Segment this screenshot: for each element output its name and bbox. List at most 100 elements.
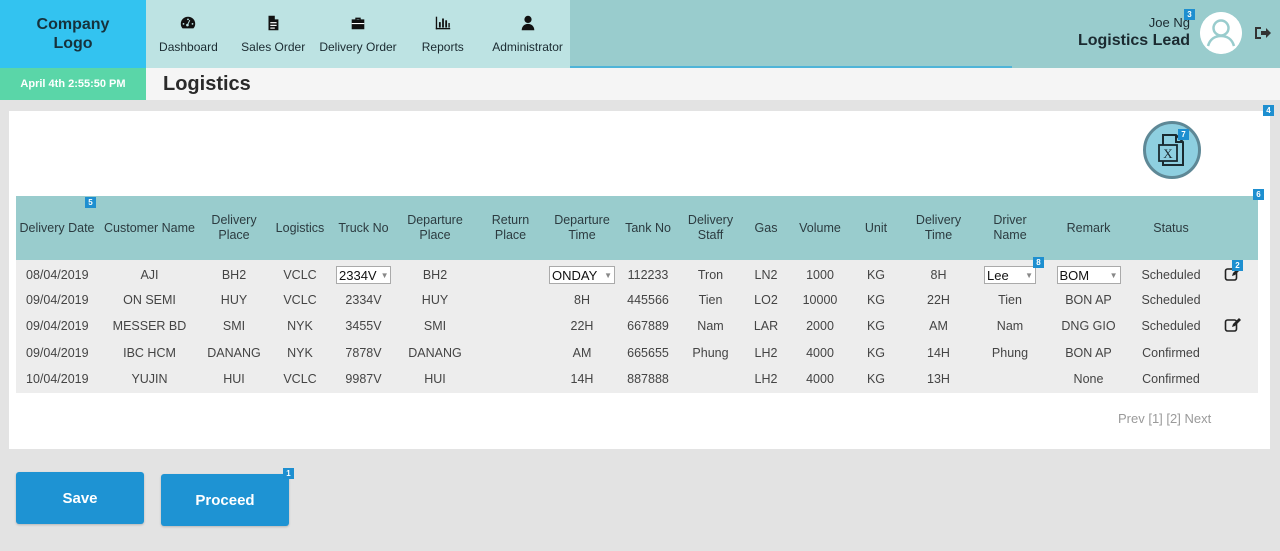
export-excel-button[interactable]: X (1143, 121, 1201, 179)
nav-label: Administrator (492, 40, 563, 54)
cell-return (476, 313, 545, 340)
cell-customer: AJI (140, 268, 159, 283)
cell-dep-time: 22H (570, 319, 594, 334)
cell-truck: 2334V ▼ (333, 260, 394, 287)
logo-text: Company Logo (36, 16, 110, 52)
remark-select-value: BOM (1059, 267, 1090, 283)
col-delivery-staff[interactable]: Delivery Staff (677, 196, 744, 260)
cell-staff: Tien (698, 292, 723, 307)
cell-return (476, 260, 545, 287)
remark-select[interactable]: BOM ▼ (1056, 266, 1121, 285)
logout-icon[interactable] (1252, 23, 1272, 43)
proceed-button[interactable]: Proceed (161, 474, 289, 526)
col-status[interactable]: Status (1134, 196, 1208, 260)
save-button[interactable]: Save (16, 472, 144, 524)
col-customer-name[interactable]: Customer Name (98, 196, 201, 260)
cell-unit: KG (866, 345, 886, 360)
cell-customer: ON SEMI (123, 292, 176, 307)
cell-truck: 7878V (345, 345, 382, 360)
truck-select-value: 2334V (339, 267, 377, 283)
nav-sales-order[interactable]: Sales Order (231, 0, 316, 68)
nav-label: Reports (421, 40, 464, 54)
cell-unit: KG (866, 292, 886, 307)
nav-dashboard[interactable]: Dashboard (146, 0, 231, 68)
company-logo[interactable]: Company Logo (0, 0, 146, 68)
cell-action (1208, 313, 1258, 340)
table-row[interactable]: 08/04/2019 AJI BH2 VCLC 2334V ▼ BH2 ONDAY… (16, 260, 1258, 287)
cell-dep-time: ONDAY ▼ (545, 260, 619, 287)
col-driver-name[interactable]: Driver Name (977, 196, 1043, 260)
cell-gas: LAR (753, 319, 779, 334)
cell-dep-time: 14H (570, 372, 594, 387)
cell-dep-time: AM (572, 345, 592, 360)
badge-edit: 2 (1232, 260, 1243, 271)
table-row[interactable]: 09/04/2019 MESSER BD SMI NYK 3455V SMI 2… (16, 313, 1258, 340)
badge-user: 3 (1184, 9, 1195, 20)
logistics-table: Delivery Date Customer Name Delivery Pla… (16, 196, 1258, 393)
cell-driver: Nam (996, 319, 1024, 334)
truck-select[interactable]: 2334V ▼ (336, 266, 391, 285)
pagination[interactable]: Prev [1] [2] Next (1118, 411, 1211, 426)
page-title: Logistics (163, 73, 251, 95)
col-delivery-time[interactable]: Delivery Time (900, 196, 977, 260)
chevron-down-icon: ▼ (380, 270, 389, 280)
col-logistics[interactable]: Logistics (267, 196, 333, 260)
cell-date: 09/04/2019 (26, 319, 89, 334)
cell-customer: MESSER BD (112, 319, 187, 334)
nav-delivery-order[interactable]: Delivery Order (316, 0, 401, 68)
col-actions (1208, 196, 1258, 260)
cell-logistics: NYK (287, 345, 313, 360)
cell-truck: 3455V (345, 319, 382, 334)
cell-logistics: VCLC (283, 292, 317, 307)
main-nav: Dashboard Sales Order Delivery Order Rep… (146, 0, 570, 68)
driver-select[interactable]: Lee ▼ (984, 266, 1036, 285)
cell-place: BH2 (221, 268, 247, 283)
edit-icon[interactable] (1224, 317, 1242, 333)
cell-departure: SMI (423, 319, 447, 334)
user-icon (521, 15, 534, 31)
nav-administrator[interactable]: Administrator (485, 0, 570, 68)
cell-gas: LH2 (754, 345, 778, 360)
cell-del-time: 13H (927, 372, 950, 387)
col-gas[interactable]: Gas (744, 196, 788, 260)
departure-time-value: ONDAY (552, 267, 598, 283)
table-row[interactable]: 10/04/2019 YUJIN HUI VCLC 9987V HUI 14H … (16, 366, 1258, 393)
cell-departure: HUY (421, 292, 449, 307)
cell-status: Confirmed (1142, 372, 1200, 387)
cell-logistics: NYK (287, 319, 313, 334)
nav-reports[interactable]: Reports (400, 0, 485, 68)
cell-tank: 112233 (627, 268, 669, 283)
cell-gas: LO2 (754, 292, 778, 307)
table-row[interactable]: 09/04/2019 ON SEMI HUY VCLC 2334V HUY 8H… (16, 287, 1258, 314)
chevron-down-icon: ▼ (1109, 270, 1118, 280)
departure-time-select[interactable]: ONDAY ▼ (549, 266, 615, 285)
col-departure-place[interactable]: Departure Place (394, 196, 476, 260)
col-delivery-place[interactable]: Delivery Place (201, 196, 267, 260)
cell-truck: 2334V (345, 292, 382, 307)
cell-return (476, 287, 545, 314)
cell-departure: HUI (424, 372, 446, 387)
cell-staff: Phung (692, 345, 729, 360)
driver-select-value: Lee (987, 267, 1009, 283)
col-departure-time[interactable]: Departure Time (545, 196, 619, 260)
cell-departure: BH2 (422, 268, 448, 283)
cell-staff (677, 366, 744, 393)
cell-del-time: 8H (930, 268, 947, 283)
cell-place: HUI (223, 372, 245, 387)
cell-tank: 665655 (627, 345, 669, 360)
table-row[interactable]: 09/04/2019 IBC HCM DANANG NYK 7878V DANA… (16, 340, 1258, 367)
col-unit[interactable]: Unit (852, 196, 900, 260)
col-return-place[interactable]: Return Place (476, 196, 545, 260)
cell-date: 10/04/2019 (26, 372, 89, 387)
avatar[interactable] (1200, 12, 1242, 54)
col-remark[interactable]: Remark (1043, 196, 1134, 260)
col-truck-no[interactable]: Truck No (333, 196, 394, 260)
cell-del-time: AM (929, 319, 948, 334)
col-volume[interactable]: Volume (788, 196, 852, 260)
cell-remark: BOM ▼ (1043, 260, 1134, 287)
cell-volume: 4000 (806, 372, 834, 387)
table-header-row: Delivery Date Customer Name Delivery Pla… (16, 196, 1258, 260)
cell-tank: 445566 (627, 292, 669, 307)
col-tank-no[interactable]: Tank No (619, 196, 677, 260)
cell-action (1208, 287, 1258, 314)
